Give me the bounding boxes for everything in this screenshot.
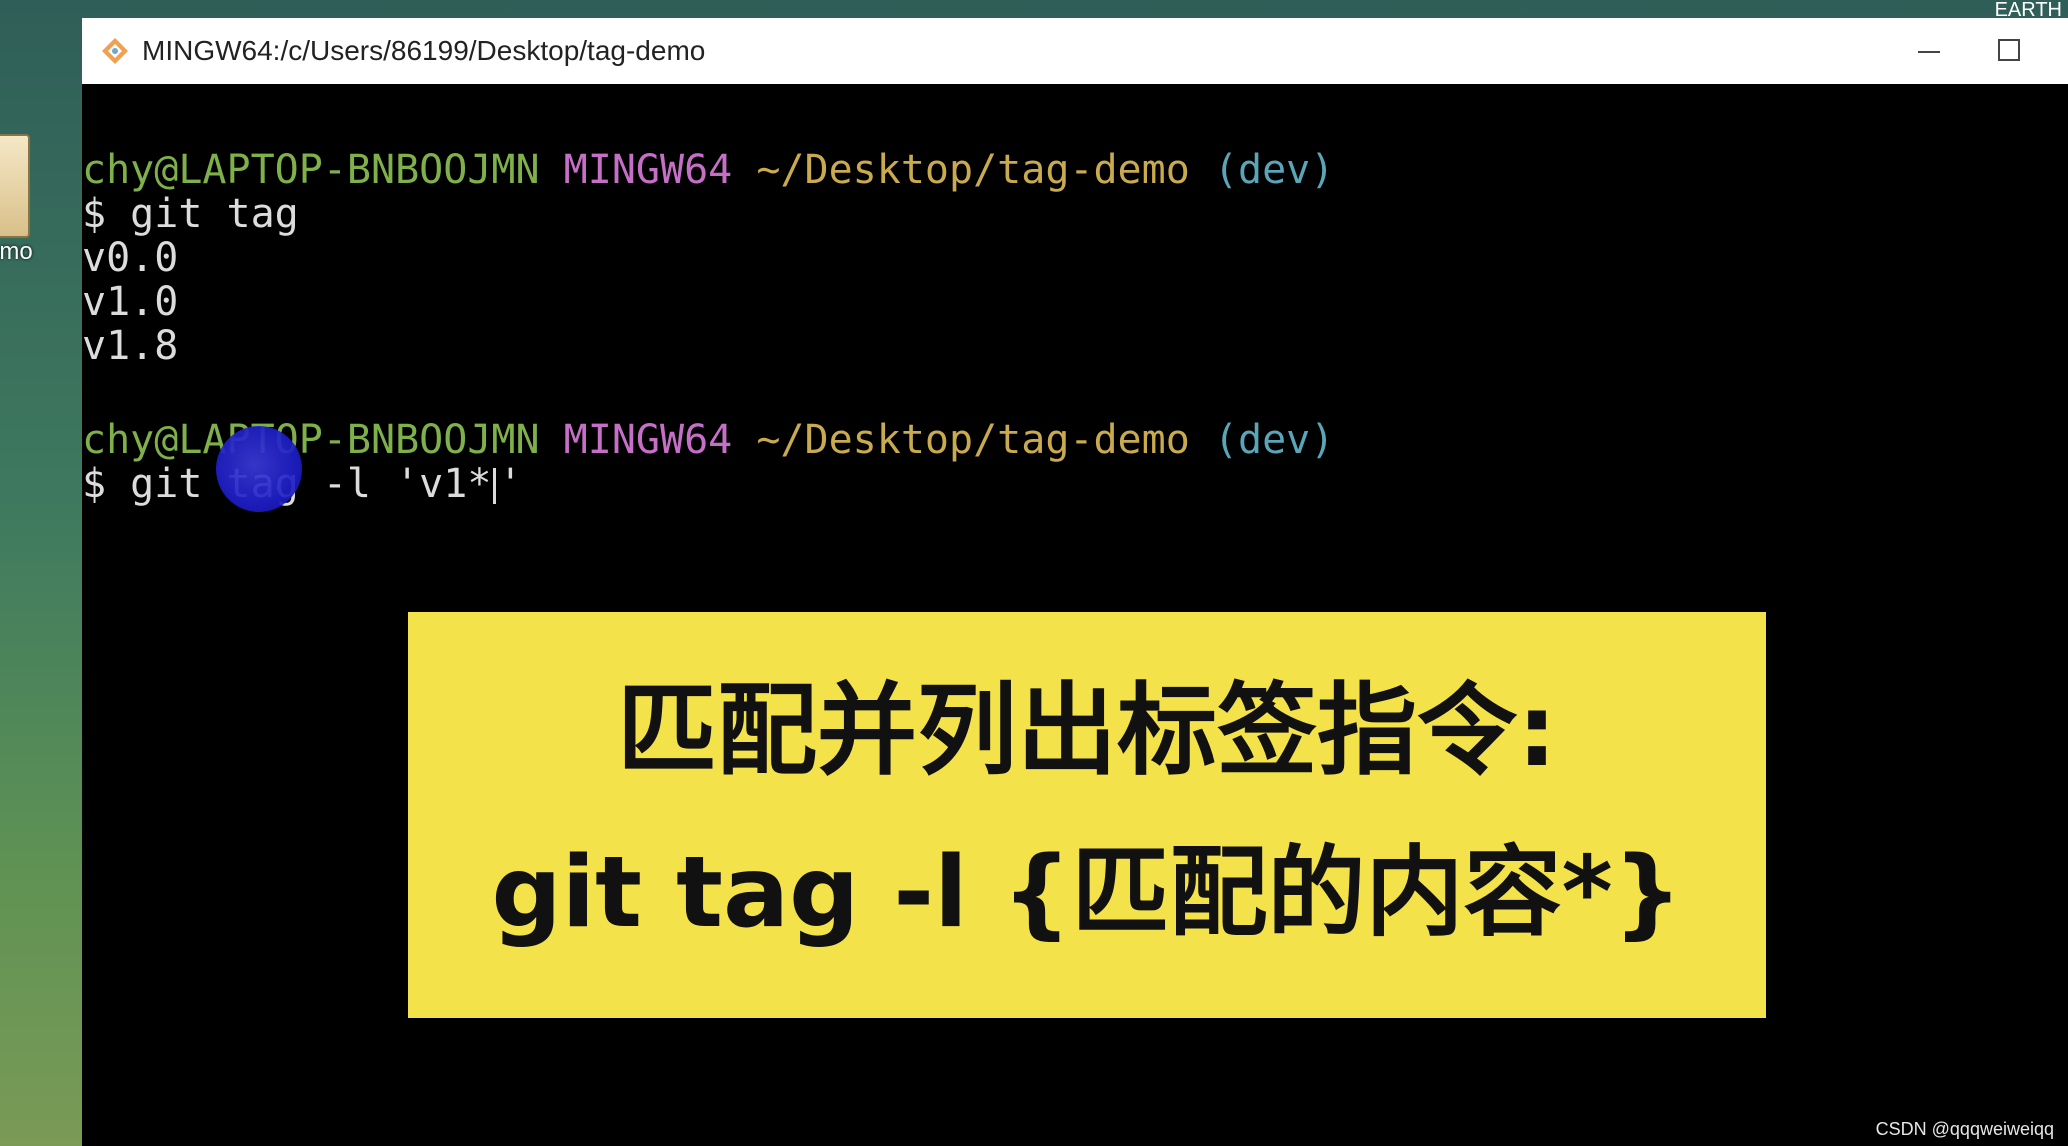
command-line-1: $ git tag	[82, 191, 299, 237]
caption-command: git tag -l {匹配的内容*}	[491, 836, 1683, 950]
output-line: v0.0	[82, 235, 179, 281]
desktop-icon-label: emo	[0, 238, 33, 265]
output-line: v1.0	[82, 279, 179, 325]
prompt-branch: (dev)	[1213, 147, 1335, 193]
prompt-system: MINGW64	[563, 417, 733, 463]
prompt-line-1: chy@LAPTOP-BNBOOJMN MINGW64 ~/Desktop/ta…	[82, 148, 1334, 192]
prompt-system: MINGW64	[563, 147, 733, 193]
prompt-user-host: chy@LAPTOP-BNBOOJMN	[82, 417, 540, 463]
output-line: v1.8	[82, 323, 179, 369]
mouse-click-indicator	[216, 426, 302, 512]
desktop-top-right-text: EARTH	[1994, 0, 2062, 20]
caption-title: 匹配并列出标签指令:	[617, 672, 1557, 789]
title-bar[interactable]: MINGW64:/c/Users/86199/Desktop/tag-demo	[82, 18, 2068, 84]
window-title: MINGW64:/c/Users/86199/Desktop/tag-demo	[142, 35, 706, 66]
command-input-line[interactable]: $ git tag -l 'v1*'	[82, 462, 523, 506]
desktop-folder-icon[interactable]: emo	[0, 128, 70, 268]
git-bash-icon	[102, 38, 128, 64]
prompt-path: ~/Desktop/tag-demo	[756, 417, 1190, 463]
prompt-user-host: chy@LAPTOP-BNBOOJMN	[82, 147, 540, 193]
maximize-button[interactable]	[1974, 26, 2044, 76]
prompt-branch: (dev)	[1213, 417, 1335, 463]
watermark: CSDN @qqqweiweiqq	[1875, 1119, 2054, 1139]
minimize-button[interactable]	[1894, 26, 1964, 76]
prompt-path: ~/Desktop/tag-demo	[756, 147, 1190, 193]
caption-box: 匹配并列出标签指令: git tag -l {匹配的内容*}	[408, 612, 1766, 1018]
command-text-tail: '	[498, 461, 523, 507]
folder-icon	[0, 134, 30, 238]
text-cursor	[493, 468, 497, 504]
